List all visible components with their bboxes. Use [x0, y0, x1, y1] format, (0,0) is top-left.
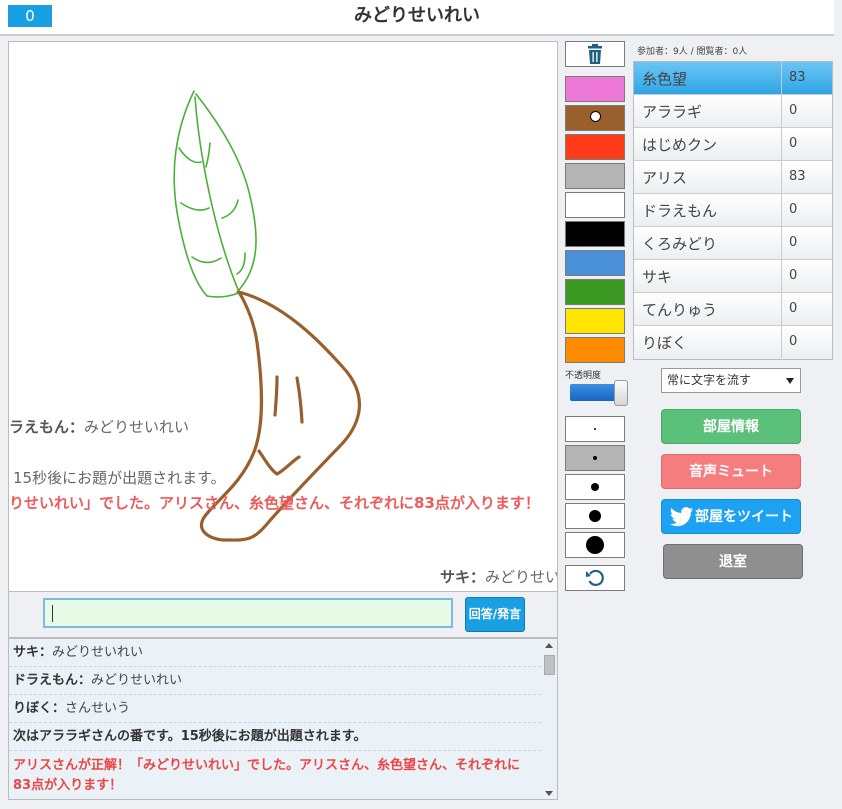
banana-mouth-stroke	[257, 449, 301, 476]
leaf-vein-stroke	[206, 291, 242, 298]
player-name: りぼく	[642, 334, 688, 352]
brush-size-3[interactable]	[565, 474, 625, 500]
player-name: 糸色望	[642, 70, 688, 88]
color-swatch-orange[interactable]	[565, 337, 625, 363]
player-name: くろみどり	[642, 235, 718, 253]
tweet-room-label: 部屋をツイート	[695, 509, 793, 525]
log-row-alert: アリスさんが正解！「みどりせいれい」でした。アリスさん、糸色望さん、それぞれに8…	[9, 751, 541, 799]
player-score: 0	[781, 95, 833, 127]
room-info-button[interactable]: 部屋情報	[661, 409, 801, 444]
brush-size-2[interactable]	[565, 445, 625, 471]
opacity-label: 不透明度	[565, 371, 602, 381]
player-row[interactable]: アリス 83	[634, 161, 832, 194]
flow-message: サキ：みどりせい	[440, 568, 558, 586]
banana-eye-stroke	[295, 376, 304, 424]
undo-icon	[586, 569, 604, 586]
color-swatch-blue[interactable]	[565, 250, 625, 276]
log-row: りぼく：さんせいう	[9, 695, 541, 723]
answer-input[interactable]	[43, 598, 453, 628]
chevron-down-icon	[786, 378, 794, 384]
brush-size-1[interactable]	[565, 416, 625, 442]
player-score: 83	[781, 161, 833, 193]
trash-icon	[588, 44, 602, 64]
leaf-vein-stroke	[180, 202, 210, 211]
leaf-vein-stroke	[191, 256, 222, 264]
player-row[interactable]: はじめクン 0	[634, 128, 832, 161]
player-score: 0	[781, 194, 833, 226]
player-row[interactable]: てんりゅう 0	[634, 293, 832, 326]
undo-button[interactable]	[565, 565, 625, 591]
leave-room-button[interactable]: 退室	[663, 544, 803, 579]
flow-message: ラえもん：みどりせいれい	[9, 418, 190, 436]
player-name: アララギ	[642, 103, 703, 121]
answer-button[interactable]: 回答/発言	[465, 597, 525, 632]
answer-bar: 回答/発言	[8, 592, 558, 638]
color-swatch-pink[interactable]	[565, 76, 625, 102]
clear-canvas-button[interactable]	[565, 41, 625, 67]
player-row[interactable]: くろみどり 0	[634, 227, 832, 260]
twitter-bird-icon	[670, 507, 693, 527]
leaf-midrib-stroke	[194, 96, 240, 293]
scroll-up-icon[interactable]	[545, 643, 553, 648]
mute-button[interactable]: 音声ミュート	[661, 454, 801, 489]
player-score: 0	[781, 260, 833, 292]
player-list: 糸色望 83 アララギ 0 はじめクン 0 アリス 83 ドラえもん 0 くろみどり 0 サ…	[633, 61, 833, 360]
color-swatch-yellow[interactable]	[565, 308, 625, 334]
log-row-system: 次はアララギさんの番です。15秒後にお題が出題されます。	[9, 723, 541, 751]
color-swatch-brown[interactable]	[565, 105, 625, 131]
leaf-vein-stroke	[221, 199, 239, 219]
player-score: 0	[781, 128, 833, 160]
color-swatch-red[interactable]	[565, 134, 625, 160]
log-row: ドラえもん：みどりせいれい	[9, 667, 541, 695]
flow-mode-value: 常に文字を流す	[667, 373, 752, 387]
brush-size-5[interactable]	[565, 532, 625, 558]
player-row[interactable]: ドラえもん 0	[634, 194, 832, 227]
banana-eye-stroke	[273, 375, 279, 417]
player-score: 0	[781, 326, 833, 358]
leaf-outline-stroke	[173, 90, 208, 297]
player-name: アリス	[642, 169, 688, 187]
player-score: 0	[781, 227, 833, 259]
flow-message-alert: りせいれい」でした。アリスさん、糸色望さん、それぞれに83点が入ります！	[9, 494, 540, 512]
color-swatch-gray[interactable]	[565, 163, 625, 189]
leaf-vein-stroke	[236, 252, 246, 275]
player-name: ドラえもん	[642, 202, 718, 220]
opacity-slider[interactable]	[570, 384, 620, 401]
flow-mode-select[interactable]: 常に文字を流す	[661, 368, 801, 393]
top-bar: 0 みどりせいれい	[0, 0, 834, 36]
log-row: サキ：みどりせいれい	[9, 639, 541, 667]
chat-log[interactable]: サキ：みどりせいれい ドラえもん：みどりせいれい りぼく：さんせいう 次はアララ…	[8, 638, 558, 800]
player-row[interactable]: りぼく 0	[634, 326, 832, 359]
color-swatch-white[interactable]	[565, 192, 625, 218]
brush-size-4[interactable]	[565, 503, 625, 529]
scroll-down-icon[interactable]	[545, 791, 553, 796]
player-name: はじめクン	[642, 136, 718, 154]
selected-indicator-icon	[590, 111, 601, 122]
room-stats: 参加者：9人 / 閲覧者：0人	[637, 47, 748, 57]
player-row[interactable]: 糸色望 83	[634, 62, 832, 95]
player-name: てんりゅう	[642, 301, 718, 319]
leaf-vein-stroke	[205, 142, 211, 168]
player-score: 83	[781, 62, 833, 94]
page-title: みどりせいれい	[354, 5, 480, 26]
flow-message: 15秒後にお題が出題されます。	[13, 469, 226, 487]
color-swatch-green[interactable]	[565, 279, 625, 305]
player-row[interactable]: サキ 0	[634, 260, 832, 293]
leaf-vein-stroke	[178, 147, 202, 164]
drawing-canvas[interactable]: ラえもん：みどりせいれい 15秒後にお題が出題されます。 りせいれい」でした。ア…	[8, 41, 558, 592]
tweet-room-button[interactable]: 部屋をツイート	[661, 499, 801, 534]
scroll-thumb[interactable]	[544, 655, 555, 675]
player-row[interactable]: アララギ 0	[634, 95, 832, 128]
log-scrollbar[interactable]	[543, 641, 556, 798]
color-swatch-black[interactable]	[565, 221, 625, 247]
player-name: サキ	[642, 268, 673, 286]
player-score: 0	[781, 293, 833, 325]
text-caret	[52, 605, 53, 622]
opacity-slider-thumb[interactable]	[614, 380, 628, 406]
